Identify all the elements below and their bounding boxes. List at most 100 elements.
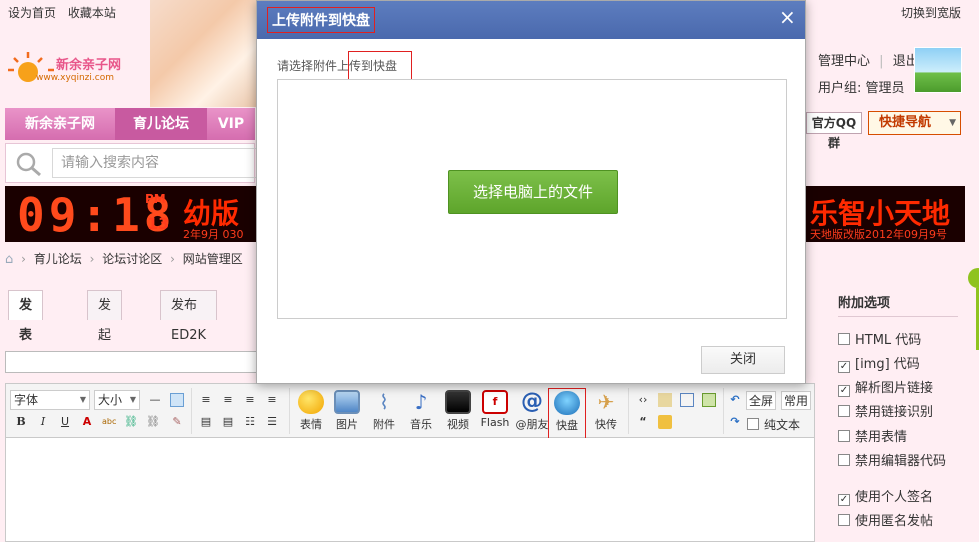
undo-icon[interactable]: ↶	[728, 393, 742, 407]
ordered-list-icon[interactable]: ☷	[243, 415, 257, 429]
scroll-handle[interactable]	[968, 268, 979, 288]
logo-text: 新余亲子网	[56, 58, 122, 73]
header-photo	[150, 0, 260, 107]
search-icon[interactable]	[14, 150, 44, 178]
breadcrumb-item[interactable]: 网站管理区	[183, 252, 243, 266]
mention-button[interactable]: @ @朋友	[513, 390, 551, 432]
option-row[interactable]: 使用匿名发帖	[838, 513, 933, 531]
kuaichuan-button[interactable]: ✈ 快传	[587, 390, 625, 432]
underline-icon[interactable]: U	[58, 415, 72, 429]
option-label: 使用匿名发帖	[855, 514, 934, 529]
option-row[interactable]: HTML 代码	[838, 332, 921, 350]
option-row[interactable]: 禁用链接识别	[838, 404, 933, 422]
tab-new-poll[interactable]: 发起投票	[87, 290, 123, 403]
qq-group-button[interactable]: 官方QQ群	[806, 112, 862, 150]
code-icon[interactable]: ‹›	[636, 393, 650, 407]
bold-icon[interactable]: B	[14, 415, 28, 429]
option-row[interactable]: 禁用编辑器代码	[838, 453, 946, 471]
pick-file-button[interactable]: 选择电脑上的文件	[448, 170, 618, 214]
option-row[interactable]: ✓ 解析图片链接	[838, 380, 933, 398]
font-select[interactable]: 字体 ▼	[10, 390, 90, 410]
close-icon[interactable]: ×	[779, 7, 796, 27]
option-checkbox[interactable]: ✓	[838, 385, 850, 397]
tab-ed2k[interactable]: 发布ED2K	[160, 290, 218, 343]
plain-text-toggle[interactable]: 纯文本	[747, 416, 800, 433]
lock-icon[interactable]	[658, 415, 672, 429]
bookmark-link[interactable]: 收藏本站	[68, 6, 116, 20]
font-select-label: 字体	[14, 393, 39, 407]
flash-button-label: Flash	[480, 416, 510, 429]
highlight-icon[interactable]: abc	[102, 415, 116, 429]
option-row[interactable]: ✓ [img] 代码	[838, 356, 920, 374]
horizontal-rule-icon[interactable]: —	[148, 393, 162, 407]
paper-plane-icon: ✈	[597, 390, 615, 414]
italic-icon[interactable]: I	[36, 415, 50, 429]
free-icon[interactable]	[658, 393, 672, 407]
music-button[interactable]: ♪ 音乐	[402, 390, 440, 432]
led-clock-ampm: PM	[145, 192, 166, 206]
option-checkbox[interactable]	[838, 514, 850, 526]
kuaipan-button[interactable]: 快盘	[548, 388, 586, 440]
common-button[interactable]: 常用	[781, 391, 812, 410]
nav-item-forum[interactable]: 育儿论坛	[115, 108, 207, 140]
quick-nav-button[interactable]: 快捷导航 ▼	[868, 111, 961, 135]
breadcrumb-item[interactable]: 育儿论坛	[34, 252, 82, 266]
cloud-disk-icon	[554, 391, 580, 415]
option-checkbox[interactable]	[838, 430, 850, 442]
set-home-link[interactable]: 设为首页	[8, 6, 56, 20]
editor-toolbar: 字体 ▼ 大小 ▼ — B I U A abc ⛓ ⛓ ✎ ≡ ≡ ≡ ≡ ▤ …	[5, 383, 815, 440]
redo-icon[interactable]: ↷	[728, 415, 742, 429]
attachment-button[interactable]: ⌇ 附件	[365, 390, 403, 432]
manage-center-link[interactable]: 管理中心	[818, 54, 870, 69]
page-icon[interactable]	[680, 393, 694, 407]
video-button[interactable]: 视频	[439, 390, 477, 432]
align-left-icon[interactable]: ≡	[199, 393, 213, 407]
switch-width-link[interactable]: 切换到宽版	[901, 4, 961, 21]
search-input[interactable]: 请输入搜索内容	[52, 148, 262, 178]
editor-textarea[interactable]	[5, 438, 815, 542]
option-checkbox[interactable]: ✓	[838, 494, 850, 506]
float-left-icon[interactable]: ▤	[199, 415, 213, 429]
nav-item-vip[interactable]: VIP	[207, 108, 255, 140]
home-icon[interactable]: ⌂	[5, 252, 13, 267]
option-checkbox[interactable]: ✓	[838, 361, 850, 373]
nav-item-home[interactable]: 新余亲子网	[5, 108, 115, 140]
insert-icon[interactable]	[702, 393, 716, 407]
modal-title: 上传附件到快盘	[267, 7, 375, 33]
option-checkbox[interactable]	[838, 333, 850, 345]
top-bar: 设为首页 收藏本站	[8, 4, 116, 21]
avatar[interactable]	[914, 47, 962, 93]
option-checkbox[interactable]	[838, 405, 850, 417]
upload-drop-area[interactable]: 选择电脑上的文件	[277, 79, 787, 319]
unlink-icon[interactable]: ⛓	[146, 415, 160, 429]
link-icon[interactable]: ⛓	[124, 415, 138, 429]
table-icon[interactable]	[170, 393, 184, 407]
unordered-list-icon[interactable]: ☰	[265, 415, 279, 429]
flash-icon: f	[482, 390, 508, 414]
font-color-icon[interactable]: A	[80, 415, 94, 429]
size-select[interactable]: 大小 ▼	[94, 390, 140, 410]
emoji-button[interactable]: 表情	[292, 390, 330, 432]
option-label: 禁用链接识别	[855, 405, 934, 420]
option-row[interactable]: ✓ 使用个人签名	[838, 489, 933, 507]
image-button[interactable]: 图片	[328, 390, 366, 432]
plain-text-checkbox[interactable]	[747, 418, 759, 430]
float-right-icon[interactable]: ▤	[221, 415, 235, 429]
quick-nav-label: 快捷导航	[879, 115, 932, 130]
align-right-icon[interactable]: ≡	[243, 393, 257, 407]
breadcrumb-item[interactable]: 论坛讨论区	[102, 252, 162, 266]
quote-icon[interactable]: “	[636, 415, 650, 429]
fullscreen-button[interactable]: 全屏	[746, 391, 777, 410]
flash-button[interactable]: f Flash	[476, 390, 514, 429]
align-justify-icon[interactable]: ≡	[265, 393, 279, 407]
post-title-input[interactable]	[5, 351, 260, 373]
option-checkbox[interactable]	[838, 454, 850, 466]
breadcrumb: ⌂ › 育儿论坛 › 论坛讨论区 › 网站管理区	[5, 252, 243, 267]
paperclip-icon: ⌇	[379, 390, 389, 414]
clear-format-icon[interactable]: ✎	[170, 415, 184, 429]
option-row[interactable]: 禁用表情	[838, 429, 907, 447]
align-center-icon[interactable]: ≡	[221, 393, 235, 407]
close-button[interactable]: 关闭	[701, 346, 785, 374]
tab-new-post[interactable]: 发表帖子	[8, 290, 44, 403]
banner-sub-right: 天地版改版2012年09月9号	[810, 228, 947, 241]
